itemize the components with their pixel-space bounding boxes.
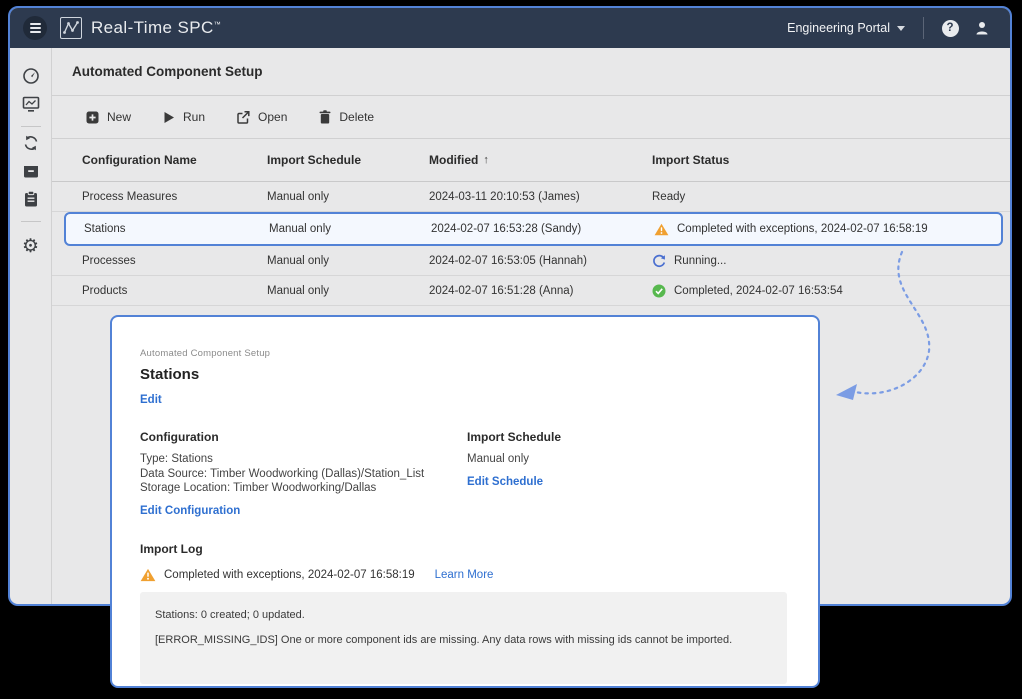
warning-icon [140,568,156,582]
toolbar: New Run Open [52,96,1010,139]
sidebar-item-sync[interactable] [20,132,42,154]
col-header-configuration-name[interactable]: Configuration Name [82,153,267,167]
table-header: Configuration Name Import Schedule Modif… [52,139,1010,182]
navbar-divider [923,17,924,39]
monitor-chart-icon [22,95,40,113]
edit-link[interactable]: Edit [140,394,162,406]
app-logo [60,17,82,39]
import-log-heading: Import Log [140,542,790,556]
drawer-icon [22,162,40,180]
hamburger-icon [30,23,41,25]
sort-ascending-icon: ↑ [483,154,489,166]
import-schedule-value: Manual only [467,452,561,467]
status-cell: Completed, 2024-02-07 16:53:54 [652,284,1010,298]
sidebar-item-archive[interactable] [20,160,42,182]
detail-title: Stations [140,366,790,383]
edit-configuration-link[interactable]: Edit Configuration [140,505,240,517]
page-titlebar: Automated Component Setup [52,48,1010,96]
help-icon: ? [942,20,959,37]
portal-label: Engineering Portal [787,21,890,35]
import-log-status: Completed with exceptions, 2024-02-07 16… [140,568,790,582]
open-external-icon [237,111,250,124]
run-button[interactable]: Run [163,110,205,124]
app-title: Real-Time SPC™ [91,18,221,38]
sidebar-item-settings[interactable]: ⚙ [20,235,42,257]
log-line: Stations: 0 created; 0 updated. [155,609,772,621]
left-sidebar: ⚙ [10,48,52,604]
import-schedule-section: Import Schedule Manual only Edit Schedul… [467,430,561,519]
screenshot-canvas: Real-Time SPC™ Engineering Portal ? [0,0,1022,699]
col-header-import-status[interactable]: Import Status [652,153,1010,167]
sidebar-divider [21,221,41,222]
sync-icon [22,134,40,152]
portal-selector[interactable]: Engineering Portal [787,21,905,35]
configuration-data-source: Data Source: Timber Woodworking (Dallas)… [140,467,467,482]
gear-icon: ⚙ [22,237,39,256]
configuration-section: Configuration Type: Stations Data Source… [140,430,467,519]
import-log-box: Stations: 0 created; 0 updated. [ERROR_M… [140,592,787,684]
configuration-type: Type: Stations [140,452,467,467]
status-cell: Running... [652,254,1010,268]
top-navbar: Real-Time SPC™ Engineering Portal ? [10,8,1010,48]
configuration-storage-location: Storage Location: Timber Woodworking/Dal… [140,481,467,496]
import-log-status-text: Completed with exceptions, 2024-02-07 16… [164,569,415,581]
status-cell: Completed with exceptions, 2024-02-07 16… [654,223,1001,236]
hamburger-menu-button[interactable] [23,16,47,40]
configuration-heading: Configuration [140,430,467,444]
edit-schedule-link[interactable]: Edit Schedule [467,476,543,488]
trash-icon [319,110,331,124]
clipboard-icon [22,190,40,208]
user-menu-button[interactable] [972,18,992,38]
open-button[interactable]: Open [237,110,287,124]
new-button[interactable]: New [86,110,131,124]
status-cell: Ready [652,191,1010,203]
user-icon [973,19,991,37]
col-header-modified[interactable]: Modified ↑ [429,153,652,167]
logo-chart-icon [63,20,79,36]
detail-panel: Automated Component Setup Stations Edit … [110,315,820,688]
plus-icon [86,111,99,124]
detail-eyebrow: Automated Component Setup [140,348,790,359]
sidebar-item-tasks[interactable] [20,188,42,210]
running-sync-icon [652,254,666,268]
table-row[interactable]: Process Measures Manual only 2024-03-11 … [52,182,1010,212]
sidebar-divider [21,126,41,127]
table-row-selected[interactable]: Stations Manual only 2024-02-07 16:53:28… [64,212,1003,246]
table-row[interactable]: Processes Manual only 2024-02-07 16:53:0… [52,246,1010,276]
learn-more-link[interactable]: Learn More [435,569,494,581]
gauge-icon [22,67,40,85]
warning-icon [654,223,669,236]
chevron-down-icon [897,26,905,31]
sidebar-item-charts[interactable] [20,93,42,115]
success-check-icon [652,284,666,298]
delete-button[interactable]: Delete [319,110,374,124]
trademark: ™ [214,21,221,28]
help-button[interactable]: ? [940,18,960,38]
table-row[interactable]: Products Manual only 2024-02-07 16:51:28… [52,276,1010,306]
sidebar-item-dashboard[interactable] [20,65,42,87]
col-header-import-schedule[interactable]: Import Schedule [267,153,429,167]
import-schedule-heading: Import Schedule [467,430,561,444]
page-title: Automated Component Setup [72,64,263,79]
log-line: [ERROR_MISSING_IDS] One or more componen… [155,634,772,646]
play-icon [163,111,175,124]
